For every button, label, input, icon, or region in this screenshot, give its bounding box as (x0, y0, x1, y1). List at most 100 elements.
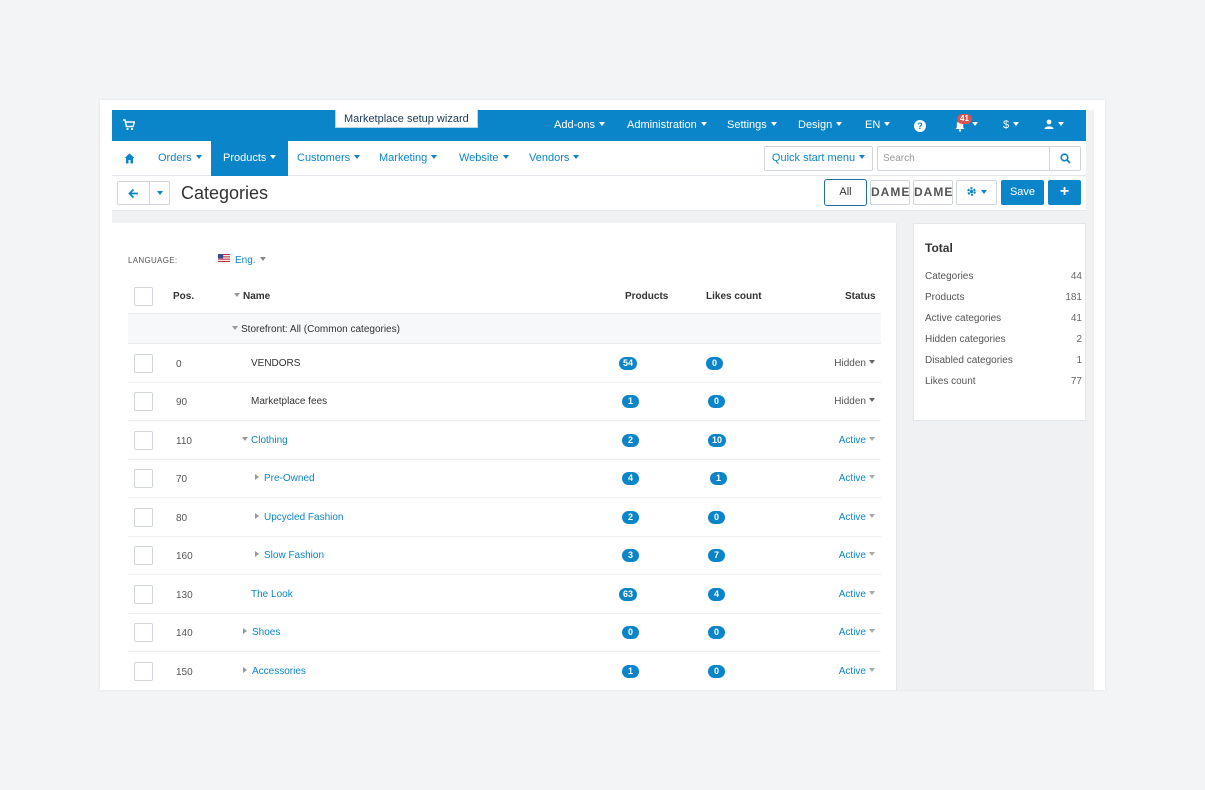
menu-design[interactable]: Design (798, 110, 843, 141)
row-status-dropdown[interactable]: Hidden (834, 396, 875, 407)
storefront-button-1[interactable]: DAMEN (870, 180, 910, 205)
row-position[interactable]: 90 (176, 397, 187, 408)
chevron-down-icon (869, 591, 875, 596)
products-count-badge[interactable]: 2 (622, 511, 639, 524)
row-position[interactable]: 80 (176, 513, 187, 524)
search-button[interactable] (1049, 146, 1081, 171)
products-count-badge[interactable]: 1 (622, 665, 639, 678)
column-header-status[interactable]: Status (845, 291, 876, 302)
products-count-badge[interactable]: 1 (622, 395, 639, 408)
expand-icon[interactable] (243, 667, 247, 674)
column-header-name[interactable]: Name (234, 291, 270, 302)
nav-website[interactable]: Website (449, 141, 519, 176)
row-checkbox[interactable] (134, 508, 153, 527)
expand-icon[interactable] (243, 628, 247, 635)
row-name[interactable]: The Look (251, 589, 293, 600)
nav-marketing[interactable]: Marketing (369, 141, 447, 176)
select-all-checkbox[interactable] (134, 287, 153, 306)
row-name[interactable]: Accessories (243, 666, 306, 677)
expand-icon[interactable] (255, 551, 259, 558)
row-position[interactable]: 70 (176, 474, 187, 485)
row-status-dropdown[interactable]: Active (839, 550, 875, 561)
stat-value: 1 (1076, 355, 1082, 366)
collapse-all-icon[interactable] (234, 293, 240, 298)
marketplace-setup-wizard-button[interactable]: Marketplace setup wizard (335, 110, 478, 128)
nav-website-label: Website (459, 152, 499, 164)
expand-icon[interactable] (255, 474, 259, 481)
add-category-button[interactable]: + (1048, 180, 1081, 205)
row-checkbox[interactable] (134, 662, 153, 681)
row-checkbox[interactable] (134, 585, 153, 604)
row-checkbox[interactable] (134, 469, 153, 488)
language-selector[interactable]: Eng. (235, 255, 266, 266)
menu-currency[interactable]: $ (1003, 110, 1020, 141)
products-count-badge[interactable]: 63 (619, 588, 638, 601)
search-input[interactable]: Search (877, 146, 1050, 171)
save-button[interactable]: Save (1001, 180, 1044, 205)
menu-language[interactable]: EN (865, 110, 891, 141)
column-header-pos[interactable]: Pos. (173, 291, 194, 302)
row-checkbox[interactable] (134, 392, 153, 411)
help-icon[interactable]: ? (914, 120, 926, 132)
products-count-badge[interactable]: 0 (622, 626, 639, 639)
row-status-dropdown[interactable]: Active (839, 627, 875, 638)
menu-administration[interactable]: Administration (627, 110, 707, 141)
row-status-dropdown[interactable]: Hidden (834, 358, 875, 369)
row-name[interactable]: Upcycled Fashion (255, 512, 343, 523)
row-position[interactable]: 110 (176, 436, 192, 447)
likes-count-badge: 0 (708, 665, 725, 678)
nav-customers[interactable]: Customers (287, 141, 370, 176)
collapse-icon[interactable] (242, 437, 248, 442)
nav-products[interactable]: Products (211, 141, 289, 176)
row-checkbox[interactable] (134, 431, 153, 450)
storefront-group-label[interactable]: Storefront: All (Common categories) (232, 324, 400, 335)
storefront-button-2[interactable]: DAMEN (913, 180, 953, 205)
nav-orders[interactable]: Orders (148, 141, 212, 176)
row-position[interactable]: 150 (176, 667, 193, 678)
stat-label: Categories (925, 271, 974, 282)
expand-icon[interactable] (255, 513, 259, 520)
back-history-dropdown[interactable] (149, 181, 170, 205)
menu-user[interactable] (1044, 110, 1064, 141)
table-row: 110 Clothing 2 10 Active (128, 422, 881, 460)
row-position[interactable]: 130 (176, 590, 193, 601)
row-position[interactable]: 160 (176, 551, 193, 562)
row-name[interactable]: Clothing (242, 435, 288, 446)
menu-addons-label: Add-ons (554, 119, 595, 131)
products-count-badge[interactable]: 54 (619, 357, 638, 370)
row-status-dropdown[interactable]: Active (839, 512, 875, 523)
storefront-all-button[interactable]: All (824, 179, 867, 206)
column-header-products[interactable]: Products (625, 291, 668, 302)
cart-icon[interactable] (123, 119, 135, 131)
menu-addons[interactable]: Add-ons (554, 110, 605, 141)
row-name[interactable]: Shoes (243, 627, 280, 638)
row-status-dropdown[interactable]: Active (839, 589, 875, 600)
table-row: 0 VENDORS 54 0 Hidden (128, 345, 881, 383)
row-name[interactable]: Pre-Owned (255, 473, 315, 484)
storefront-group-text: Storefront: All (Common categories) (241, 324, 400, 335)
products-count-badge[interactable]: 4 (622, 472, 639, 485)
menu-notifications-caret[interactable] (968, 110, 978, 141)
menu-settings[interactable]: Settings (727, 110, 777, 141)
row-status-dropdown[interactable]: Active (839, 473, 875, 484)
row-name[interactable]: Slow Fashion (255, 550, 324, 561)
row-name-label: Shoes (252, 627, 281, 638)
stat-label: Products (925, 292, 965, 303)
quick-start-menu-button[interactable]: Quick start menu (764, 146, 873, 171)
row-checkbox[interactable] (134, 354, 153, 373)
row-status-dropdown[interactable]: Active (839, 435, 875, 446)
products-count-badge[interactable]: 2 (622, 434, 639, 447)
row-position[interactable]: 0 (176, 359, 182, 370)
row-checkbox[interactable] (134, 546, 153, 565)
table-row: 70 Pre-Owned 4 1 Active (128, 460, 881, 498)
settings-dropdown-button[interactable] (956, 180, 997, 205)
nav-vendors[interactable]: Vendors (519, 141, 589, 176)
row-status-dropdown[interactable]: Active (839, 666, 875, 677)
row-checkbox[interactable] (134, 623, 153, 642)
column-header-likes[interactable]: Likes count (706, 291, 762, 302)
collapse-icon[interactable] (232, 326, 238, 331)
row-position[interactable]: 140 (176, 628, 193, 639)
products-count-badge[interactable]: 3 (622, 549, 639, 562)
home-icon[interactable] (124, 153, 135, 164)
back-button[interactable] (117, 181, 150, 205)
